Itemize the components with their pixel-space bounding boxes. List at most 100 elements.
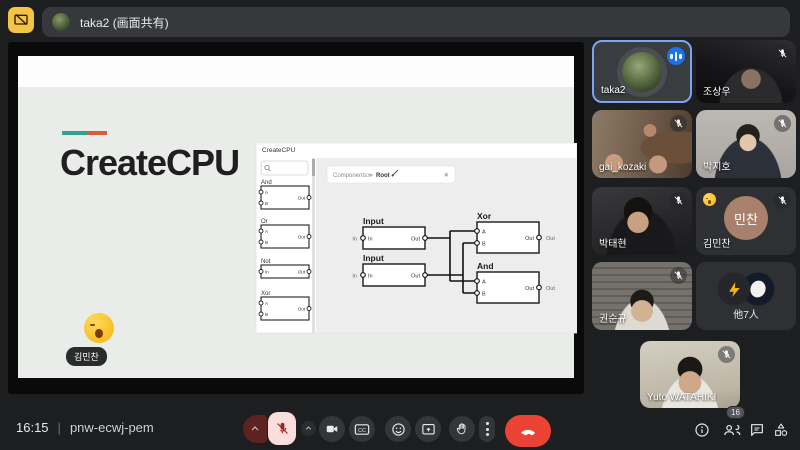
svg-text:And: And xyxy=(477,261,494,271)
svg-text:Out: Out xyxy=(298,235,306,240)
mic-options-chevron[interactable] xyxy=(243,415,267,443)
chat-icon xyxy=(749,422,765,438)
svg-text:B: B xyxy=(265,240,268,245)
svg-text:CC: CC xyxy=(358,427,366,433)
svg-text:Or: Or xyxy=(261,219,268,225)
avatar-initials: 민찬 xyxy=(734,209,758,228)
avatar: 민찬 xyxy=(724,196,768,240)
camera-toggle-button[interactable] xyxy=(319,416,345,442)
meeting-code: pnw-ecwj-pem xyxy=(70,420,154,435)
svg-text:B: B xyxy=(482,242,486,248)
participant-tile-others-overflow[interactable]: 他7人 xyxy=(696,262,796,330)
hand-icon xyxy=(455,422,469,436)
mic-muted-icon xyxy=(774,45,791,62)
present-screen-button[interactable] xyxy=(415,416,441,442)
svg-text:Xor: Xor xyxy=(477,211,492,221)
participants-panel-button[interactable] xyxy=(721,421,742,438)
breadcrumb-close-icon: × xyxy=(444,171,449,180)
svg-text:Out: Out xyxy=(298,196,306,201)
participant-name: Yuto WATAHIKI xyxy=(647,392,716,403)
svg-text:Input: Input xyxy=(363,253,384,263)
meeting-details-button[interactable] xyxy=(693,421,710,438)
svg-text:In: In xyxy=(368,274,373,280)
meeting-info: 16:15 | pnw-ecwj-pem xyxy=(16,420,154,435)
activities-panel-button[interactable] xyxy=(772,421,789,438)
svg-text:Out: Out xyxy=(298,270,306,275)
participant-tile-taehyun[interactable]: 박태현 xyxy=(592,187,692,255)
presenting-indicator-badge[interactable] xyxy=(8,7,34,33)
reactions-button[interactable] xyxy=(385,416,411,442)
info-icon xyxy=(694,422,710,438)
presentation-slide: CreateCPU CreateCPU xyxy=(18,56,574,378)
svg-text:B: B xyxy=(265,201,268,206)
mic-mute-button[interactable] xyxy=(268,412,296,445)
svg-text:A: A xyxy=(482,230,486,236)
people-icon xyxy=(722,422,742,438)
screen-share-off-icon xyxy=(13,12,29,28)
lightning-bolt-icon xyxy=(725,280,743,298)
participant-name: gai_kozaki xyxy=(599,162,646,173)
presenter-avatar xyxy=(52,13,70,31)
svg-text:A: A xyxy=(265,229,268,234)
present-icon xyxy=(421,422,436,437)
svg-text:Not: Not xyxy=(261,259,271,265)
participant-tile-yuto[interactable]: Yuto WATAHIKI xyxy=(640,341,740,408)
mic-muted-icon xyxy=(718,346,735,363)
meet-window: taka2 (画面共有) CreateCPU CreateCPU xyxy=(0,0,800,450)
svg-text:Out: Out xyxy=(525,236,534,242)
participant-name: 권순규 xyxy=(599,310,627,325)
mic-muted-icon xyxy=(670,192,687,209)
participant-tile-parkjiho[interactable]: 박지호 xyxy=(696,110,796,178)
circuit-editor-screenshot: CreateCPU And xyxy=(248,143,577,337)
participant-name: taka2 xyxy=(601,85,625,96)
reaction-emoji xyxy=(84,313,114,343)
svg-text:In: In xyxy=(352,237,357,243)
circuit-app-title: CreateCPU xyxy=(262,147,296,154)
camera-options-chevron[interactable] xyxy=(301,421,316,436)
chevron-up-icon xyxy=(249,423,261,435)
mic-muted-icon xyxy=(774,192,791,209)
palette-search-input xyxy=(261,161,308,175)
call-end-icon xyxy=(518,421,538,441)
participant-tile-gai-kozaki[interactable]: gai_kozaki xyxy=(592,110,692,178)
avatar xyxy=(718,273,751,306)
chat-panel-button[interactable] xyxy=(748,421,765,438)
separator: | xyxy=(58,420,61,435)
svg-text:Input: Input xyxy=(363,216,384,226)
raise-hand-button[interactable] xyxy=(449,416,475,442)
slide-title-divider xyxy=(62,131,107,135)
end-call-button[interactable] xyxy=(505,415,551,447)
svg-text:Xor: Xor xyxy=(261,291,270,297)
participant-count-badge: 16 xyxy=(726,406,745,419)
svg-text:And: And xyxy=(261,180,272,186)
svg-text:Out: Out xyxy=(546,236,555,242)
slide-body: CreateCPU CreateCPU xyxy=(18,87,574,378)
svg-text:Out: Out xyxy=(411,274,420,280)
shared-screen-stage: CreateCPU CreateCPU xyxy=(8,42,584,394)
more-options-button[interactable] xyxy=(479,416,495,442)
overflow-avatars xyxy=(718,273,775,306)
svg-text:Out: Out xyxy=(546,286,555,292)
participant-tile-kwonsungyu[interactable]: 권순규 xyxy=(592,262,692,330)
participant-tile-minchan[interactable]: 민찬 김민찬 xyxy=(696,187,796,255)
svg-text:Out: Out xyxy=(525,286,534,292)
camera-icon xyxy=(325,422,339,436)
svg-text:B: B xyxy=(265,312,268,317)
participant-tile-josangwoo[interactable]: 조상우 xyxy=(696,40,796,103)
participant-name: 조상우 xyxy=(703,83,731,98)
captions-button[interactable]: CC xyxy=(349,416,375,442)
screen-share-banner[interactable]: taka2 (画面共有) xyxy=(42,7,790,37)
mic-off-icon xyxy=(275,421,290,436)
participant-name: 박지호 xyxy=(703,158,731,173)
svg-text:A: A xyxy=(265,190,268,195)
participant-tile-taka2[interactable]: taka2 xyxy=(592,40,692,103)
audio-speaking-indicator xyxy=(667,47,685,65)
svg-text:Root: Root xyxy=(376,173,390,179)
svg-text:Out: Out xyxy=(298,307,306,312)
mic-muted-icon xyxy=(670,115,687,132)
svg-text:Out: Out xyxy=(411,237,420,243)
mic-muted-icon xyxy=(774,115,791,132)
mic-muted-icon xyxy=(670,267,687,284)
participant-name: 박태현 xyxy=(599,235,627,250)
svg-text:B: B xyxy=(482,292,486,298)
